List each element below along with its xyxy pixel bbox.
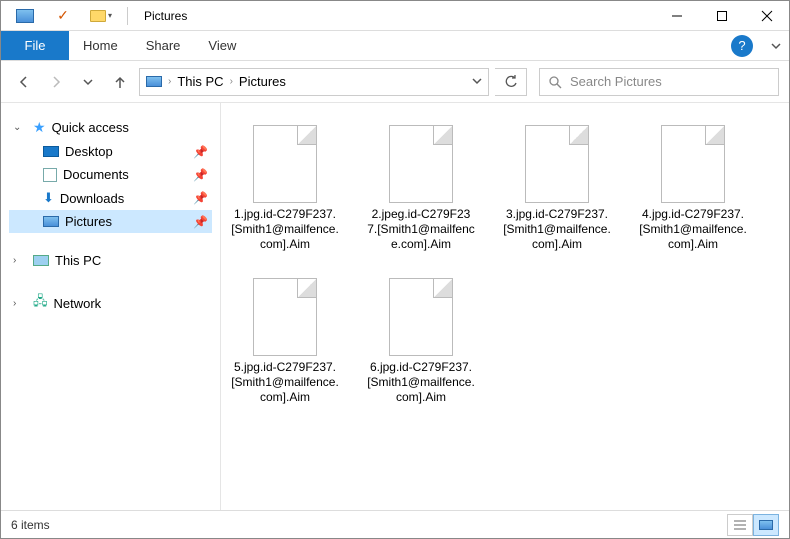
tab-view[interactable]: View [194, 31, 250, 60]
item-count: 6 items [11, 518, 50, 532]
pin-icon: 📌 [193, 215, 208, 229]
file-icon [525, 125, 589, 203]
address-dropdown-icon[interactable] [472, 73, 482, 91]
star-icon: ★ [33, 119, 46, 136]
tab-share[interactable]: Share [132, 31, 195, 60]
recent-locations-button[interactable] [75, 69, 101, 95]
sidebar-item-label: Desktop [65, 144, 113, 159]
qat-dropdown-icon[interactable]: ▾ [85, 5, 117, 27]
file-name: 4.jpg.id-C279F237.[Smith1@mailfence.com]… [639, 207, 747, 252]
sidebar-item-downloads[interactable]: ⬇ Downloads 📌 [9, 186, 212, 210]
sidebar-item-label: Quick access [52, 120, 129, 135]
navbar: › This PC › Pictures Search Pictures [1, 61, 789, 103]
file-item[interactable]: 4.jpg.id-C279F237.[Smith1@mailfence.com]… [639, 117, 747, 252]
back-button[interactable] [11, 69, 37, 95]
file-icon [253, 278, 317, 356]
tab-home[interactable]: Home [69, 31, 132, 60]
file-item[interactable]: 1.jpg.id-C279F237.[Smith1@mailfence.com]… [231, 117, 339, 252]
sidebar-item-documents[interactable]: Documents 📌 [9, 163, 212, 186]
forward-button[interactable] [43, 69, 69, 95]
file-tab[interactable]: File [1, 31, 69, 60]
location-icon [146, 76, 162, 87]
close-button[interactable] [744, 1, 789, 31]
documents-icon [43, 168, 57, 182]
file-icon [389, 278, 453, 356]
address-bar[interactable]: › This PC › Pictures [139, 68, 489, 96]
search-placeholder: Search Pictures [570, 74, 662, 89]
file-icon [661, 125, 725, 203]
help-button[interactable]: ? [731, 35, 753, 57]
search-input[interactable]: Search Pictures [539, 68, 779, 96]
chevron-right-icon[interactable]: › [168, 76, 171, 87]
file-item[interactable]: 6.jpg.id-C279F237.[Smith1@mailfence.com]… [367, 270, 475, 405]
chevron-right-icon[interactable]: › [230, 76, 233, 87]
sidebar-network[interactable]: › 🖧 Network [9, 288, 212, 318]
window-title: Pictures [144, 9, 187, 23]
sidebar-item-label: Downloads [60, 191, 124, 206]
chevron-down-icon[interactable]: ⌄ [13, 122, 27, 133]
statusbar: 6 items [1, 510, 789, 538]
file-name: 3.jpg.id-C279F237.[Smith1@mailfence.com]… [503, 207, 611, 252]
file-name: 1.jpg.id-C279F237.[Smith1@mailfence.com]… [231, 207, 339, 252]
ribbon-expand-icon[interactable] [763, 31, 789, 60]
network-icon: 🖧 [33, 292, 48, 314]
file-name: 5.jpg.id-C279F237.[Smith1@mailfence.com]… [231, 360, 339, 405]
file-item[interactable]: 3.jpg.id-C279F237.[Smith1@mailfence.com]… [503, 117, 611, 252]
refresh-button[interactable] [495, 68, 527, 96]
sidebar-this-pc[interactable]: › This PC [9, 249, 212, 272]
file-name: 6.jpg.id-C279F237.[Smith1@mailfence.com]… [367, 360, 475, 405]
chevron-right-icon[interactable]: › [13, 298, 27, 309]
file-icon [389, 125, 453, 203]
sidebar-item-desktop[interactable]: Desktop 📌 [9, 140, 212, 163]
desktop-icon [43, 146, 59, 157]
sidebar-quick-access[interactable]: ⌄ ★ Quick access [9, 115, 212, 140]
sidebar-item-label: Network [54, 296, 102, 311]
pin-icon: 📌 [193, 191, 208, 205]
qat-properties-icon[interactable]: ✓ [47, 5, 79, 27]
pin-icon: 📌 [193, 168, 208, 182]
file-item[interactable]: 5.jpg.id-C279F237.[Smith1@mailfence.com]… [231, 270, 339, 405]
explorer-app-icon [9, 5, 41, 27]
file-name: 2.jpeg.id-C279F237.[Smith1@mailfence.com… [367, 207, 475, 252]
file-list[interactable]: 1.jpg.id-C279F237.[Smith1@mailfence.com]… [221, 103, 789, 510]
titlebar: ✓ ▾ Pictures [1, 1, 789, 31]
sidebar-item-pictures[interactable]: Pictures 📌 [9, 210, 212, 233]
ribbon: File Home Share View ? [1, 31, 789, 61]
breadcrumb-current[interactable]: Pictures [239, 74, 286, 89]
downloads-icon: ⬇ [43, 190, 54, 206]
minimize-button[interactable] [654, 1, 699, 31]
file-item[interactable]: 2.jpeg.id-C279F237.[Smith1@mailfence.com… [367, 117, 475, 252]
divider [127, 7, 128, 25]
maximize-button[interactable] [699, 1, 744, 31]
navigation-pane: ⌄ ★ Quick access Desktop 📌 Documents 📌 ⬇… [1, 103, 221, 510]
pictures-icon [43, 216, 59, 227]
thumbnails-view-button[interactable] [753, 514, 779, 536]
pc-icon [33, 255, 49, 266]
sidebar-item-label: Pictures [65, 214, 112, 229]
file-icon [253, 125, 317, 203]
up-button[interactable] [107, 69, 133, 95]
chevron-right-icon[interactable]: › [13, 255, 27, 266]
sidebar-item-label: This PC [55, 253, 101, 268]
pin-icon: 📌 [193, 145, 208, 159]
details-view-button[interactable] [727, 514, 753, 536]
breadcrumb-this-pc[interactable]: This PC [177, 74, 223, 89]
search-icon [548, 75, 562, 89]
sidebar-item-label: Documents [63, 167, 129, 182]
